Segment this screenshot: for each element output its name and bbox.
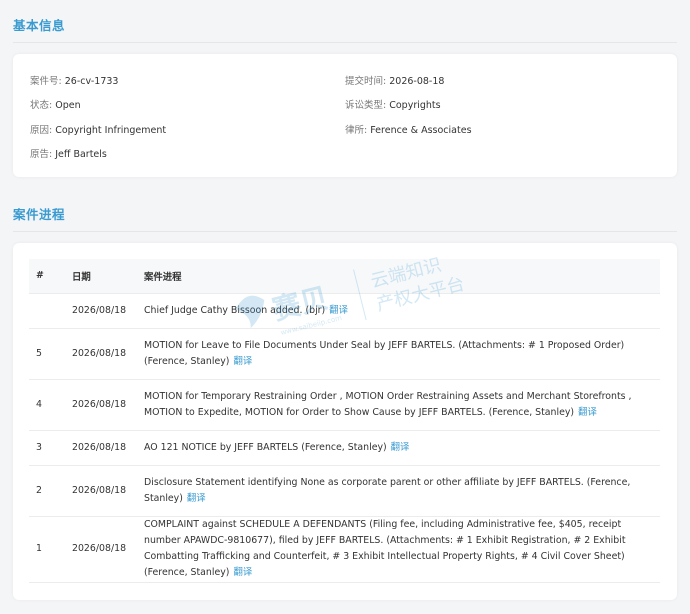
table-row: 3 2026/08/18 AO 121 NOTICE by JEFF BARTE…: [29, 430, 660, 465]
event-text: Disclosure Statement identifying None as…: [144, 476, 631, 504]
basic-info-title: 基本信息: [13, 18, 66, 33]
event-text: Chief Judge Cathy Bissoon added. (bjr): [144, 304, 326, 316]
row-num: 2: [36, 484, 42, 496]
basic-info-divider: [13, 42, 677, 43]
case-number-label: 案件号:: [30, 76, 62, 87]
col-header-num: #: [36, 270, 44, 282]
case-number-value: 26-cv-1733: [64, 76, 119, 87]
translate-link[interactable]: 翻译: [329, 305, 348, 316]
col-header-event: 案件进程: [144, 271, 182, 283]
translate-link[interactable]: 翻译: [187, 493, 206, 504]
status-field: 状态: Open: [30, 97, 81, 111]
row-num: 5: [36, 347, 42, 359]
row-num: 3: [36, 441, 42, 453]
case-number-field: 案件号: 26-cv-1733: [30, 73, 118, 87]
row-event: COMPLAINT against SCHEDULE A DEFENDANTS …: [144, 516, 660, 582]
law-firm-value: Ference & Associates: [370, 125, 472, 136]
row-date: 2026/08/18: [72, 441, 127, 453]
row-event: Chief Judge Cathy Bissoon added. (bjr) 翻译: [144, 293, 660, 328]
translate-link[interactable]: 翻译: [391, 442, 410, 453]
cause-value: Copyright Infringement: [55, 125, 167, 136]
cause-label: 原因:: [30, 125, 53, 136]
translate-link[interactable]: 翻译: [578, 407, 597, 418]
row-event: MOTION for Temporary Restraining Order ,…: [144, 379, 660, 430]
event-text: MOTION for Leave to File Documents Under…: [144, 339, 625, 367]
suit-type-field: 诉讼类型: Copyrights: [345, 97, 441, 111]
event-text: MOTION for Temporary Restraining Order ,…: [144, 390, 632, 418]
table-row: 2026/08/18 Chief Judge Cathy Bissoon add…: [29, 293, 660, 328]
plaintiff-field: 原告: Jeff Bartels: [30, 146, 107, 160]
filing-date-label: 提交时间:: [345, 76, 387, 87]
status-value: Open: [55, 100, 81, 111]
event-text: COMPLAINT against SCHEDULE A DEFENDANTS …: [144, 519, 626, 578]
row-event: Disclosure Statement identifying None as…: [144, 465, 660, 516]
col-header-date: 日期: [72, 271, 91, 283]
table-row: 1 2026/08/18 COMPLAINT against SCHEDULE …: [29, 516, 660, 582]
plaintiff-value: Jeff Bartels: [55, 149, 107, 160]
status-label: 状态:: [30, 100, 53, 111]
row-date: 2026/08/18: [72, 347, 127, 359]
progress-table: # 日期 案件进程 2026/08/18 Chief Judge Cathy B…: [29, 259, 660, 583]
row-num: [29, 293, 72, 328]
row-date: 2026/08/18: [72, 398, 127, 410]
law-firm-field: 律所: Ference & Associates: [345, 122, 472, 136]
translate-link[interactable]: 翻译: [233, 356, 252, 367]
progress-divider: [13, 231, 677, 232]
plaintiff-label: 原告:: [30, 149, 53, 160]
suit-type-value: Copyrights: [389, 100, 441, 111]
law-firm-label: 律所:: [345, 125, 368, 136]
row-num: 4: [36, 398, 42, 410]
filing-date-value: 2026-08-18: [389, 76, 445, 87]
table-row: 5 2026/08/18 MOTION for Leave to File Do…: [29, 328, 660, 379]
progress-title: 案件进程: [13, 207, 66, 222]
table-header-row: # 日期 案件进程: [29, 259, 660, 293]
translate-link[interactable]: 翻译: [233, 567, 252, 578]
row-date: 2026/08/18: [72, 484, 127, 496]
table-row: 4 2026/08/18 MOTION for Temporary Restra…: [29, 379, 660, 430]
row-date: 2026/08/18: [72, 543, 127, 554]
row-event: MOTION for Leave to File Documents Under…: [144, 328, 660, 379]
cause-field: 原因: Copyright Infringement: [30, 122, 166, 136]
suit-type-label: 诉讼类型:: [345, 100, 387, 111]
event-text: AO 121 NOTICE by JEFF BARTELS (Ference, …: [144, 441, 387, 453]
row-num: 1: [36, 543, 42, 554]
filing-date-field: 提交时间: 2026-08-18: [345, 73, 444, 87]
table-row: 2 2026/08/18 Disclosure Statement identi…: [29, 465, 660, 516]
row-date: 2026/08/18: [72, 304, 127, 316]
row-event: AO 121 NOTICE by JEFF BARTELS (Ference, …: [144, 430, 660, 465]
